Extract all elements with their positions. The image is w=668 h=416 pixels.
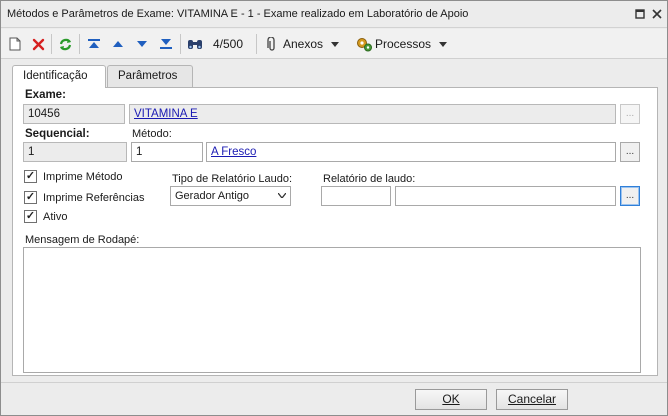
imprime-metodo-checkbox[interactable]: ✓: [24, 170, 37, 183]
tab-identificacao[interactable]: Identificação: [12, 65, 106, 88]
paperclip-icon: [263, 35, 281, 53]
close-icon[interactable]: [649, 6, 665, 22]
refresh-button[interactable]: [56, 34, 74, 54]
toolbar-separator: [180, 34, 181, 54]
relatorio-laudo-label: Relatório de laudo:: [323, 173, 416, 185]
binoculars-icon: [186, 35, 204, 53]
previous-record-icon: [109, 35, 127, 53]
toolbar-separator: [256, 34, 257, 54]
new-document-icon: [6, 35, 24, 53]
chevron-down-icon: [277, 190, 287, 200]
metodo-code-field[interactable]: 1: [131, 142, 203, 162]
processos-label: Processos: [375, 37, 432, 51]
cancel-button-label: Cancelar: [507, 392, 557, 406]
footer-divider: [1, 382, 667, 383]
anexos-menu-button[interactable]: Anexos: [263, 34, 340, 54]
last-record-icon: [157, 35, 175, 53]
find-record-button[interactable]: [186, 34, 204, 54]
cancel-button[interactable]: Cancelar: [496, 389, 568, 410]
anexos-label: Anexos: [283, 37, 324, 51]
chevron-down-icon: [331, 38, 340, 50]
gears-icon: [355, 35, 373, 53]
imprime-referencias-checkbox[interactable]: ✓: [24, 191, 37, 204]
metodo-lookup-button[interactable]: ...: [620, 142, 640, 162]
record-counter: 4/500: [211, 34, 243, 54]
ativo-label: Ativo: [43, 211, 68, 223]
imprime-metodo-label: Imprime Método: [43, 171, 123, 183]
tipo-relatorio-value: Gerador Antigo: [175, 190, 249, 202]
record-counter-label: 4/500: [213, 37, 244, 51]
refresh-icon: [56, 35, 74, 53]
exame-label: Exame:: [25, 89, 66, 101]
toolbar-separator: [79, 34, 80, 54]
sequencial-label: Sequencial:: [25, 128, 90, 140]
new-button[interactable]: [6, 34, 24, 54]
delete-icon: [29, 35, 47, 53]
sequencial-field[interactable]: 1: [23, 142, 127, 162]
tab-parametros[interactable]: Parâmetros: [107, 65, 193, 87]
next-record-button[interactable]: [133, 34, 151, 54]
toolbar-separator: [51, 34, 52, 54]
relatorio-laudo-lookup-button[interactable]: ...: [620, 186, 640, 206]
next-record-icon: [133, 35, 151, 53]
first-record-button[interactable]: [85, 34, 103, 54]
previous-record-button[interactable]: [109, 34, 127, 54]
title-bar: Métodos e Parâmetros de Exame: VITAMINA …: [1, 1, 667, 28]
metodo-name-link[interactable]: A Fresco: [211, 146, 256, 158]
identificacao-panel: Exame: 10456 VITAMINA E ... Sequencial: …: [12, 87, 658, 376]
delete-button[interactable]: [29, 34, 47, 54]
ok-button-label: OK: [442, 392, 460, 406]
dialog-window: Métodos e Parâmetros de Exame: VITAMINA …: [0, 0, 668, 416]
mensagem-rodape-textarea[interactable]: [23, 247, 641, 373]
ok-button[interactable]: OK: [415, 389, 487, 410]
exame-name-link[interactable]: VITAMINA E: [134, 108, 198, 120]
tipo-relatorio-select[interactable]: Gerador Antigo: [170, 186, 291, 206]
exame-lookup-button[interactable]: ...: [620, 104, 640, 124]
ativo-checkbox[interactable]: ✓: [24, 210, 37, 223]
chevron-down-icon: [439, 38, 448, 50]
metodo-name-field[interactable]: A Fresco: [206, 142, 616, 162]
tipo-relatorio-label: Tipo de Relatório Laudo:: [172, 173, 293, 185]
toolbar: 4/500 Anexos Processos: [1, 29, 667, 59]
restore-icon[interactable]: [632, 6, 648, 22]
relatorio-laudo-code-field[interactable]: [321, 186, 391, 206]
processos-menu-button[interactable]: Processos: [355, 34, 448, 54]
last-record-button[interactable]: [157, 34, 175, 54]
metodo-label: Método:: [132, 128, 172, 140]
imprime-referencias-label: Imprime Referências: [43, 192, 145, 204]
exame-name-field[interactable]: VITAMINA E: [129, 104, 616, 124]
relatorio-laudo-name-field[interactable]: [395, 186, 616, 206]
exame-code-field[interactable]: 10456: [23, 104, 125, 124]
window-title: Métodos e Parâmetros de Exame: VITAMINA …: [7, 8, 469, 20]
first-record-icon: [85, 35, 103, 53]
mensagem-rodape-label: Mensagem de Rodapé:: [25, 234, 140, 246]
